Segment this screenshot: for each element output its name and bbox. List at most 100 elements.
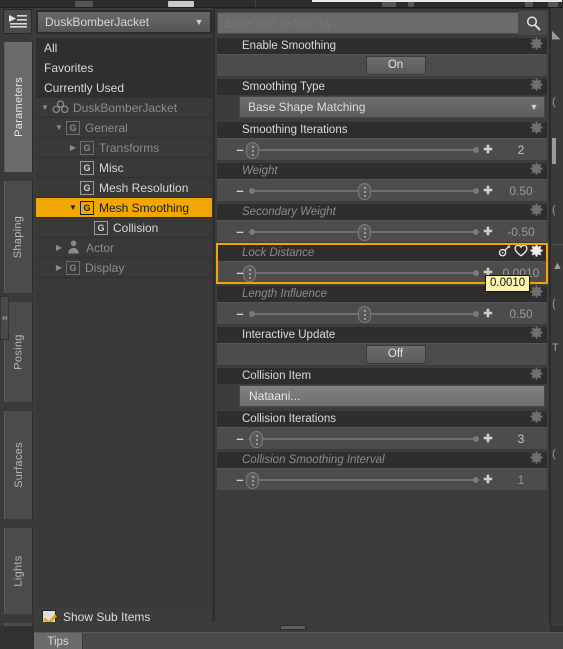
slider-knob[interactable] xyxy=(358,223,371,241)
slider-value[interactable]: 2 xyxy=(495,143,547,157)
application-window: Parameters Shaping Posing Surfaces Light… xyxy=(0,0,563,649)
gear-icon[interactable] xyxy=(530,451,543,469)
slider-increment-icon[interactable]: ✚ xyxy=(481,221,495,243)
tree-item-duskbomberjacket[interactable]: ▼ DuskBomberJacket xyxy=(36,98,212,118)
slider-track[interactable] xyxy=(243,262,481,284)
param-row-header: Secondary Weight xyxy=(217,203,547,220)
collision-item-field[interactable]: Nataani... xyxy=(239,385,545,407)
toggle-track[interactable]: On xyxy=(217,55,547,77)
parameter-group-tree[interactable]: All Favorites Currently Used ▼ DuskBomberJac… xyxy=(36,38,212,608)
slider-decrement-icon[interactable]: – xyxy=(233,139,247,161)
gear-icon[interactable] xyxy=(530,37,543,55)
gear-icon[interactable] xyxy=(530,78,543,96)
slider-track[interactable] xyxy=(247,428,481,450)
gear-icon[interactable] xyxy=(530,410,543,428)
param-row-icons xyxy=(530,78,547,96)
object-selector-dropdown[interactable]: DuskBomberJacket ▼ xyxy=(36,10,212,34)
slider-increment-icon[interactable]: ✚ xyxy=(481,139,495,161)
gear-icon[interactable] xyxy=(530,162,543,180)
tree-item-all[interactable]: All xyxy=(36,38,212,58)
collapse-left-icon[interactable] xyxy=(0,296,9,340)
slider-knob[interactable] xyxy=(245,471,259,489)
toggle-button[interactable]: On xyxy=(365,55,426,75)
tree-item-actor[interactable]: ▶ Actor xyxy=(36,238,212,258)
tree-item-label: Mesh Smoothing xyxy=(99,200,190,215)
toggle-track[interactable]: Off xyxy=(217,344,547,366)
slider-increment-icon[interactable]: ✚ xyxy=(481,180,495,202)
gear-icon[interactable] xyxy=(530,121,543,139)
slider-decrement-icon[interactable]: – xyxy=(233,221,247,243)
adjacent-panel-sliver: ◣ ( ( ▲ ( T ( xyxy=(550,8,563,626)
slider-track[interactable] xyxy=(245,139,481,161)
gear-icon[interactable] xyxy=(530,203,543,221)
horizontal-splitter[interactable] xyxy=(34,622,550,632)
slider-value[interactable]: 3 xyxy=(495,432,547,446)
tree-item-misc[interactable]: G Misc xyxy=(36,158,212,178)
group-g-icon: G xyxy=(94,220,108,235)
tree-item-transforms[interactable]: ▶ G Transforms xyxy=(36,138,212,158)
group-g-icon: G xyxy=(66,260,80,275)
toggle-button[interactable]: Off xyxy=(365,344,426,364)
slider-increment-icon[interactable]: ✚ xyxy=(481,469,495,491)
lock-icon[interactable] xyxy=(498,244,512,262)
slider-track[interactable] xyxy=(247,221,481,243)
menu-list-icon[interactable] xyxy=(3,9,32,34)
slider-value[interactable]: -0.50 xyxy=(495,225,547,239)
slider-track-end xyxy=(473,310,479,317)
toolbar-item[interactable] xyxy=(75,1,93,7)
slider-decrement-icon[interactable]: – xyxy=(233,180,247,202)
gear-icon[interactable] xyxy=(530,244,543,262)
tree-item-display[interactable]: ▶ G Display xyxy=(36,258,212,278)
twisty-open-icon[interactable]: ▼ xyxy=(38,103,52,112)
param-row-header: Collision Item xyxy=(217,367,547,384)
heart-icon[interactable] xyxy=(514,244,528,262)
sidebar-tab-shaping[interactable]: Shaping xyxy=(4,181,33,293)
slider-value[interactable]: 0.50 xyxy=(495,307,547,321)
slider-decrement-icon[interactable]: – xyxy=(233,428,247,450)
group-g-icon: G xyxy=(66,120,80,135)
slider-value[interactable]: 0.50 xyxy=(495,184,547,198)
sidebar-tab-lights[interactable]: Lights xyxy=(4,528,33,614)
twisty-closed-icon[interactable]: ▶ xyxy=(52,263,66,272)
slider-track[interactable] xyxy=(245,469,481,491)
tree-item-general[interactable]: ▼ G General xyxy=(36,118,212,138)
twisty-open-icon[interactable]: ▼ xyxy=(52,123,66,132)
tree-item-favorites[interactable]: Favorites xyxy=(36,58,212,78)
param-row-body: – ✚ 2 xyxy=(217,138,547,160)
sidebar-tab-parameters[interactable]: Parameters xyxy=(4,42,33,172)
slider-increment-icon[interactable]: ✚ xyxy=(481,303,495,325)
param-row-body: – ✚ 1 xyxy=(217,468,547,490)
slider-track[interactable] xyxy=(247,303,481,325)
slider-increment-icon[interactable]: ✚ xyxy=(481,428,495,450)
tree-item-mesh-resolution[interactable]: G Mesh Resolution xyxy=(36,178,212,198)
sidebar-tab-surfaces[interactable]: Surfaces xyxy=(4,411,33,519)
twisty-closed-icon[interactable]: ▶ xyxy=(66,143,80,152)
slider-knob[interactable] xyxy=(358,182,371,200)
twisty-closed-icon[interactable]: ▶ xyxy=(52,243,66,252)
horizontal-splitter-grip[interactable] xyxy=(280,625,306,630)
gear-icon[interactable] xyxy=(530,285,543,303)
gear-icon[interactable] xyxy=(530,326,543,344)
toolbar-item[interactable] xyxy=(168,1,194,7)
smoothing-type-dropdown[interactable]: Base Shape Matching ▼ xyxy=(239,96,545,118)
slider-knob[interactable] xyxy=(250,430,264,448)
slider: – ✚ 2 xyxy=(217,139,547,161)
gear-icon[interactable] xyxy=(530,367,543,385)
slider-knob[interactable] xyxy=(358,305,371,323)
twisty-open-icon[interactable]: ▼ xyxy=(66,203,80,212)
param-row-collision-smoothing-interval: Collision Smoothing Interval – ✚ 1 xyxy=(217,451,547,490)
tree-item-collision[interactable]: G Collision xyxy=(36,218,212,238)
slider-value[interactable]: 1 xyxy=(495,473,547,487)
search-icon[interactable] xyxy=(519,11,547,35)
slider-knob[interactable] xyxy=(245,141,259,159)
slider-knob[interactable] xyxy=(243,264,257,282)
slider-decrement-icon[interactable]: – xyxy=(233,303,247,325)
slider-track[interactable] xyxy=(247,180,481,202)
slider-decrement-icon[interactable]: – xyxy=(233,469,247,491)
slider-track-end xyxy=(473,269,479,276)
tree-item-mesh-smoothing[interactable]: ▼ G Mesh Smoothing xyxy=(36,198,212,218)
search-input[interactable] xyxy=(217,12,519,34)
tab-tips[interactable]: Tips xyxy=(34,633,83,649)
param-label: Collision Item xyxy=(242,370,312,382)
tree-item-currently-used[interactable]: Currently Used xyxy=(36,78,212,98)
